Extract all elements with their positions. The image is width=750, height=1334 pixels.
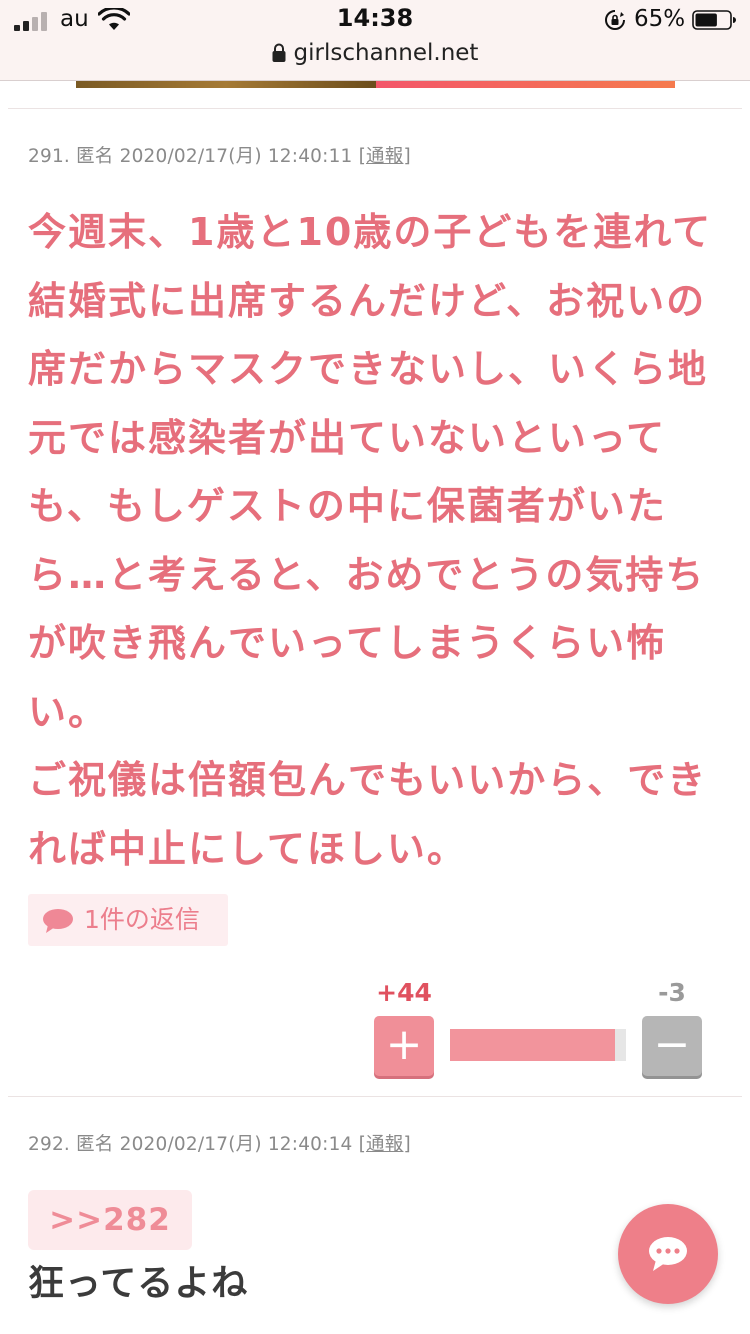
comment-number: 291.	[28, 146, 70, 167]
comment-datetime: 2020/02/17(月) 12:40:14	[119, 1134, 353, 1155]
vote-ratio-fill	[450, 1029, 615, 1061]
speech-bubble-icon	[43, 909, 73, 933]
minus-vote-count: -3	[658, 978, 686, 1007]
divider	[8, 108, 742, 109]
reply-count-label: 1件の返信	[84, 905, 200, 934]
post-comment-button[interactable]	[618, 1204, 718, 1304]
reply-count-button[interactable]: 1件の返信	[28, 894, 228, 946]
comment-author: 匿名	[76, 1134, 114, 1155]
comment-datetime: 2020/02/17(月) 12:40:11	[119, 146, 353, 167]
chat-icon	[649, 1237, 687, 1271]
ad-banner-band	[376, 80, 675, 88]
report-link[interactable]: 通報	[366, 1134, 403, 1155]
bracket: ]	[403, 146, 411, 167]
battery-icon	[692, 10, 736, 30]
bracket: [	[358, 146, 367, 167]
comment-body: 狂ってるよね	[28, 1263, 249, 1304]
padlock-icon	[272, 43, 286, 62]
url-text: girlschannel.net	[293, 40, 479, 66]
vote-ratio-bar	[450, 1029, 626, 1061]
divider	[8, 1096, 742, 1097]
ad-banner[interactable]	[76, 80, 675, 88]
comment-body: 今週末、1歳と10歳の子どもを連れて 結婚式に出席するんだけど、お祝いの 席だか…	[28, 210, 713, 871]
anchor-link[interactable]: >>282	[28, 1190, 192, 1250]
plus-vote-button[interactable]: +	[374, 1016, 434, 1076]
ad-banner-image	[76, 80, 376, 88]
minus-vote-button[interactable]: −	[642, 1016, 702, 1076]
plus-vote-count: +44	[376, 978, 432, 1007]
comment-author: 匿名	[76, 146, 114, 167]
bracket: ]	[403, 1134, 411, 1155]
status-bar: au 14:38 65% girlschannel.net	[0, 0, 750, 81]
comment-meta: 291. 匿名 2020/02/17(月) 12:40:11 [通報]	[28, 142, 411, 168]
address-bar[interactable]: girlschannel.net	[0, 40, 750, 66]
battery-percent: 65%	[634, 6, 686, 32]
comment-meta: 292. 匿名 2020/02/17(月) 12:40:14 [通報]	[28, 1130, 411, 1156]
orientation-lock-icon	[605, 10, 625, 30]
bracket: [	[358, 1134, 367, 1155]
comment-number: 292.	[28, 1134, 70, 1155]
report-link[interactable]: 通報	[366, 146, 403, 167]
